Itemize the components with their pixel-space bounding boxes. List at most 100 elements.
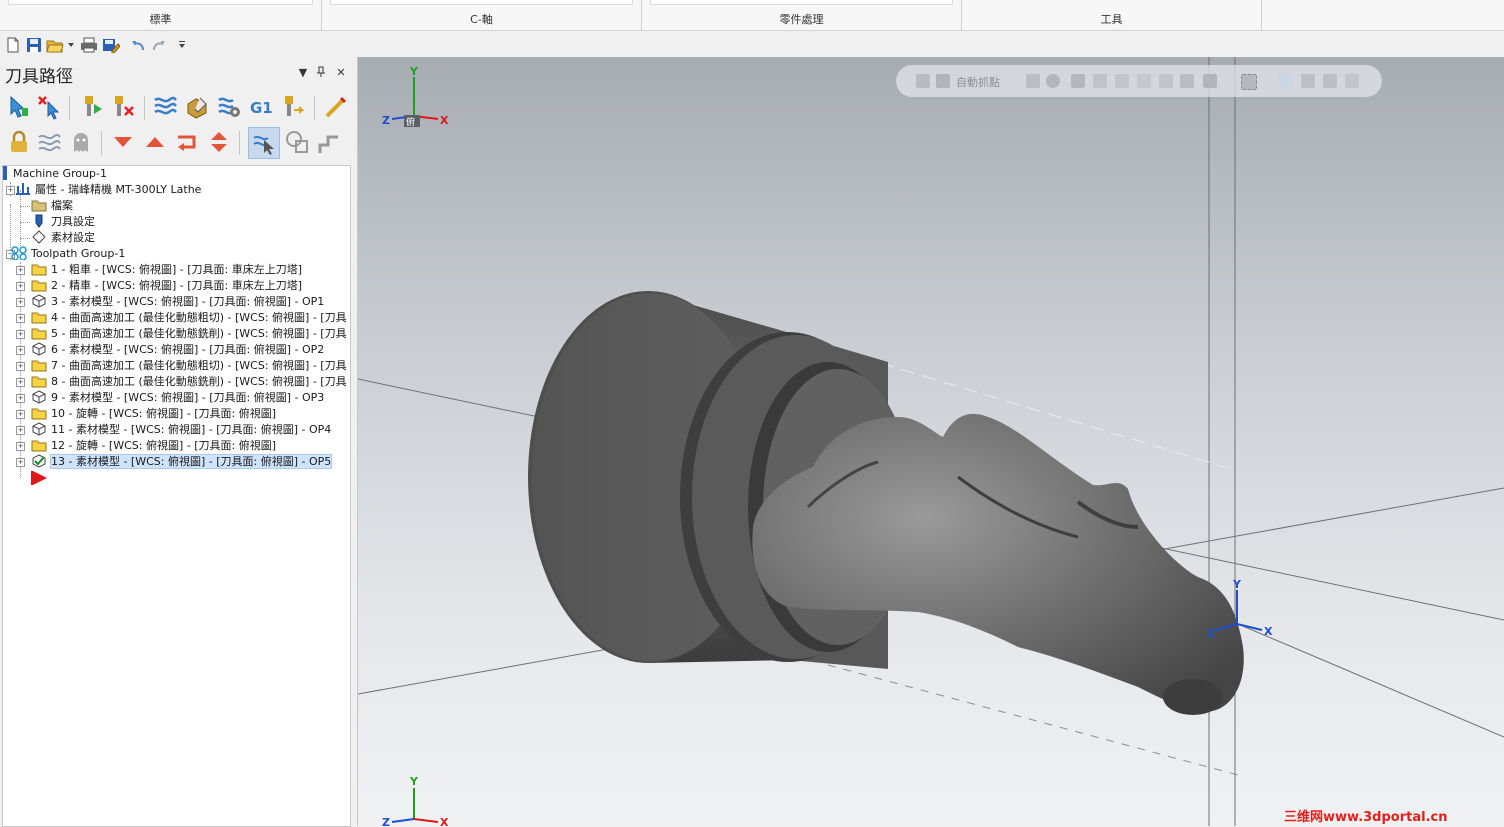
expand-toggle[interactable]: + [16,362,25,371]
expand-toggle[interactable]: + [16,410,25,419]
open-icon[interactable] [46,36,64,54]
new-icon[interactable] [4,36,22,54]
expand-toggle[interactable]: + [16,266,25,275]
tree-item-operation[interactable]: 11 - 素材模型 - [WCS: 俯視圖] - [刀具面: 俯視圖] - OP… [31,422,331,438]
print-icon[interactable] [80,36,98,54]
lock-icon[interactable] [4,127,34,157]
redo-icon[interactable] [150,36,168,54]
lock-selection-icon[interactable] [916,74,930,88]
only-display-selected-icon[interactable] [248,127,280,159]
select-edge-icon[interactable] [1159,74,1173,88]
backplot-icon[interactable] [150,92,180,122]
verify-selection-icon[interactable] [1279,74,1293,88]
insert-arrow-updown-icon[interactable] [204,127,234,157]
tree-item-operation[interactable]: 12 - 旋轉 - [WCS: 俯視圖] - [刀具面: 俯視圖] [31,438,276,454]
ribbon-group-c-axis[interactable]: C-軸 [322,0,642,30]
display-geometry-step-icon[interactable] [314,127,344,157]
ribbon-group-edge [650,0,953,5]
simulate-icon[interactable] [214,92,244,122]
view-gnomon-top[interactable]: Y X Z 俯 [382,65,449,128]
tree-item-operation[interactable]: 7 - 曲面高速加工 (最佳化動態粗切) - [WCS: 俯視圖] - [刀具 [31,358,347,374]
tree-item-operation[interactable]: 5 - 曲面高速加工 (最佳化動態銑削) - [WCS: 俯視圖] - [刀具 [31,326,347,342]
insert-arrow-icon[interactable] [31,471,49,488]
select-pointer-icon[interactable] [1071,74,1085,88]
tree-item-stock-settings[interactable]: 素材設定 [31,230,95,246]
move-insert-down-icon[interactable] [108,127,138,157]
view-label: 俯 [406,116,415,128]
expand-toggle[interactable]: + [16,346,25,355]
save-as-icon[interactable] [102,36,120,54]
select-loop-icon[interactable] [1180,74,1194,88]
move-insert-up-icon[interactable] [140,127,170,157]
expand-toggle[interactable]: + [16,282,25,291]
expand-toggle[interactable]: + [16,378,25,387]
select-face-icon[interactable] [1115,74,1129,88]
regenerate-dirty-icon[interactable] [108,92,138,122]
tree-item-machine-group[interactable]: Machine Group-1 [3,166,107,182]
autocursor-mode-label[interactable]: 自動抓點 [956,74,1000,90]
reset-selection-icon[interactable] [1323,74,1337,88]
tree-item-operation[interactable]: 4 - 曲面高速加工 (最佳化動態粗切) - [WCS: 俯視圖] - [刀具 [31,310,347,326]
expand-toggle[interactable]: + [16,458,25,467]
expand-toggle[interactable]: + [16,330,25,339]
tree-item-operation[interactable]: 10 - 旋轉 - [WCS: 俯視圖] - [刀具面: 俯視圖] [31,406,276,422]
gear-icon[interactable] [1046,74,1060,88]
select-body-icon[interactable] [1137,74,1151,88]
toolbar-separator [314,96,315,120]
tree-item-operation[interactable]: 9 - 素材模型 - [WCS: 俯視圖] - [刀具面: 俯視圖] - OP3 [31,390,324,406]
dropdown-icon[interactable] [66,36,76,54]
selection-mode-icon[interactable] [1203,74,1217,88]
ghost-icon[interactable] [66,127,96,157]
customize-icon[interactable] [176,36,188,54]
tree-item-operation[interactable]: 2 - 精車 - [WCS: 俯視圖] - [刀具面: 車床左上刀塔] [31,278,302,294]
chain-selection-icon[interactable] [1345,74,1359,88]
tree-item-operation[interactable]: 1 - 粗車 - [WCS: 俯視圖] - [刀具面: 車床左上刀塔] [31,262,302,278]
expand-toggle[interactable]: + [16,314,25,323]
save-icon[interactable] [25,36,43,54]
operation-folder-icon [31,406,47,420]
tree-item-operation[interactable]: 6 - 素材模型 - [WCS: 俯視圖] - [刀具面: 俯視圖] - OP2 [31,342,324,358]
ribbon-group-part-processing[interactable]: 零件處理 [642,0,962,30]
tree-item-operation[interactable]: 8 - 曲面高速加工 (最佳化動態銑削) - [WCS: 俯視圖] - [刀具 [31,374,347,390]
insert-after-icon[interactable] [172,127,202,157]
ribbon-group-standard[interactable]: 標準 [0,0,322,30]
verify-icon[interactable] [182,92,212,122]
clear-selection-icon[interactable] [1301,74,1315,88]
ribbon-group-tools[interactable]: 工具 [962,0,1262,30]
tree-item-operation[interactable]: 3 - 素材模型 - [WCS: 俯視圖] - [刀具面: 俯視圖] - OP1 [31,294,324,310]
tree-item-operation[interactable]: 13 - 素材模型 - [WCS: 俯視圖] - [刀具面: 俯視圖] - OP… [31,454,333,470]
ribbon-group-edge [330,0,633,5]
deselect-operations-icon[interactable] [34,92,64,122]
graphics-viewport[interactable]: Y X Z 俯 Y X Z Y X Z 自動抓點 三维网www.3dportal… [358,57,1504,826]
tree-item-toolpath-group[interactable]: Toolpath Group-1 [11,246,125,262]
toggle-posting-icon[interactable] [34,127,64,157]
toggle-display-icon[interactable] [321,92,351,122]
stock-model-icon [31,294,47,308]
ribbon-group-label: 零件處理 [779,13,824,26]
tree-item-properties[interactable]: 屬性 - 瑞峰精機 MT-300LY Lathe [15,182,201,198]
snap-settings-icon[interactable] [1026,74,1040,88]
tool-manager-icon[interactable] [278,92,308,122]
expand-toggle[interactable]: + [16,426,25,435]
tree-connector [20,206,30,207]
autocursor-icon[interactable] [936,74,950,88]
expand-toggle[interactable]: + [16,442,25,451]
window-select-icon[interactable] [1241,74,1257,90]
tree-item-files[interactable]: 檔案 [31,198,73,214]
regenerate-selected-icon[interactable] [76,92,106,122]
scene-canvas[interactable]: Y X Z 俯 Y X Z Y X Z [358,57,1504,826]
expand-toggle[interactable]: + [6,186,15,195]
tree-item-label: 9 - 素材模型 - [WCS: 俯視圖] - [刀具面: 俯視圖] - OP3 [51,391,325,404]
undo-icon[interactable] [129,36,147,54]
view-gnomon-bottom[interactable]: Y X Z [382,775,449,826]
expand-toggle[interactable]: + [16,298,25,307]
close-icon[interactable]: ✕ [334,66,348,80]
expand-toggle[interactable]: + [16,394,25,403]
pin-icon[interactable] [314,66,328,80]
panel-menu-button[interactable]: ▼ [296,66,310,80]
select-all-operations-icon[interactable] [4,92,34,122]
post-g1-icon[interactable]: G1 [246,92,276,122]
display-associated-geometry-icon[interactable] [282,127,312,157]
select-solid-icon[interactable] [1093,74,1107,88]
tree-item-tool-settings[interactable]: 刀具設定 [31,214,95,230]
